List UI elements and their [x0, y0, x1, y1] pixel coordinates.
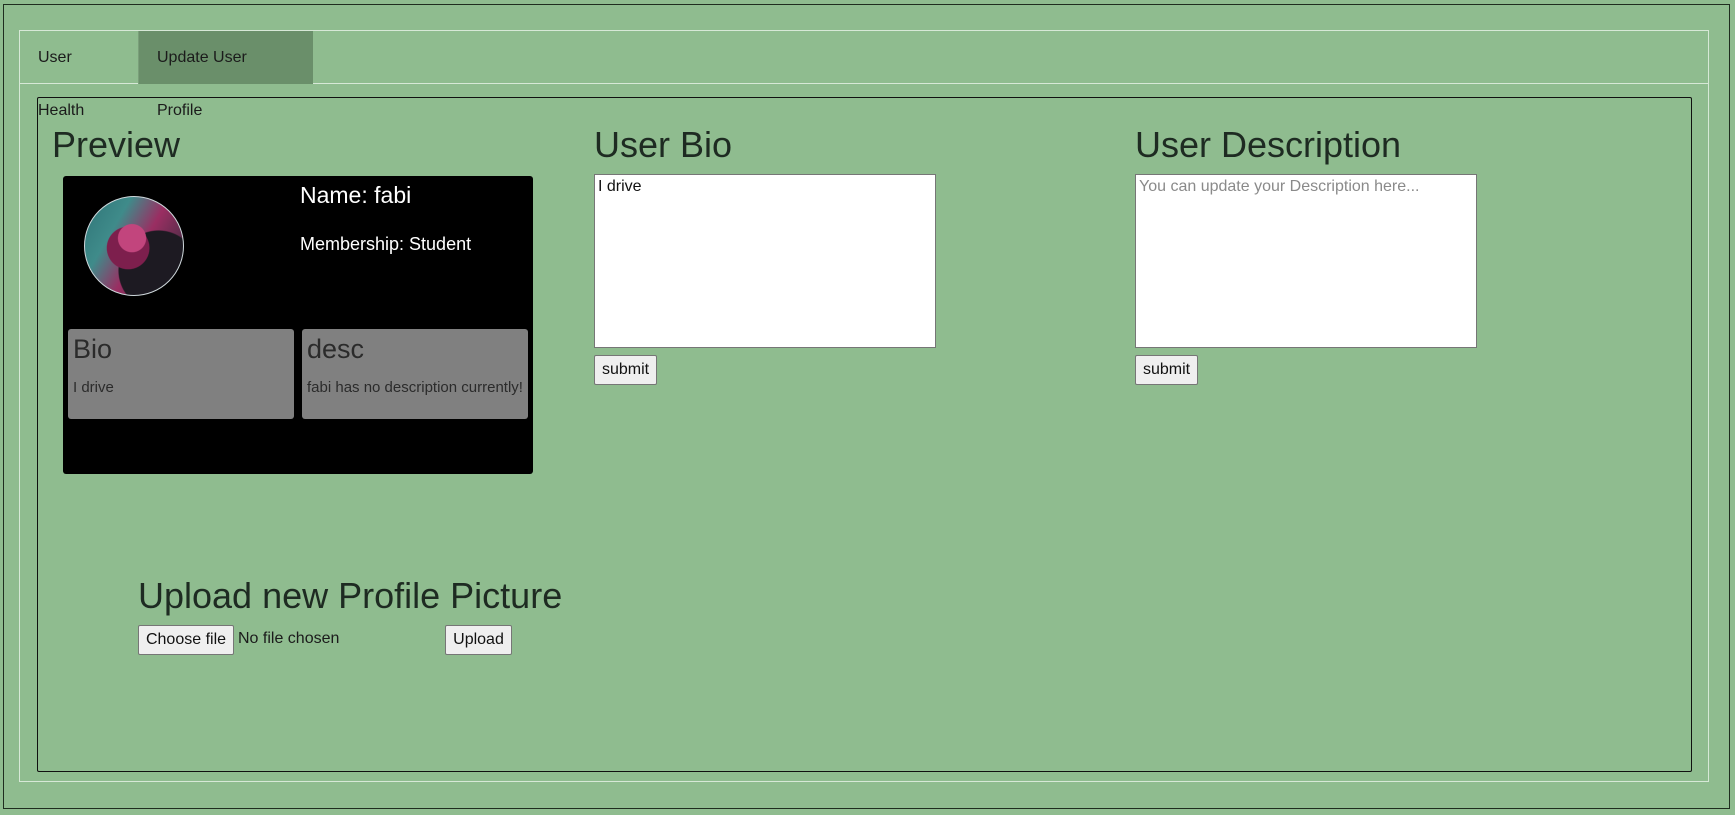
- preview-bio-title: Bio: [73, 334, 113, 364]
- preview-name: Name: fabi: [300, 182, 412, 208]
- preview-desc-box: desc fabi has no description currently!: [302, 329, 528, 419]
- user-description-input[interactable]: [1135, 174, 1477, 348]
- profile-preview-card: Name: fabi Membership: Student Bio I dri…: [63, 176, 533, 474]
- preview-bio-text: I drive: [73, 379, 114, 396]
- user-description-heading: User Description: [1135, 124, 1402, 165]
- upload-button[interactable]: Upload: [445, 625, 512, 655]
- tab-bar: User Health Update User Profile: [20, 31, 1708, 119]
- upload-profile-picture-heading: Upload new Profile Picture: [138, 575, 563, 616]
- file-status-text: No file chosen: [238, 630, 340, 647]
- preview-desc-title: desc: [307, 334, 365, 364]
- preview-membership: Membership: Student: [300, 234, 472, 254]
- tab-user-health[interactable]: User Health: [20, 31, 138, 119]
- choose-file-button[interactable]: Choose file: [138, 625, 234, 655]
- bio-submit-button[interactable]: submit: [594, 355, 657, 385]
- user-bio-heading: User Bio: [594, 124, 733, 165]
- preview-desc-text: fabi has no description currently!: [307, 379, 523, 396]
- user-bio-input[interactable]: I drive: [594, 174, 936, 348]
- preview-bio-box: Bio I drive: [68, 329, 294, 419]
- avatar: [84, 196, 184, 296]
- description-submit-button[interactable]: submit: [1135, 355, 1198, 385]
- preview-heading: Preview: [52, 124, 181, 165]
- tab-update-user-profile[interactable]: Update User Profile: [138, 31, 313, 119]
